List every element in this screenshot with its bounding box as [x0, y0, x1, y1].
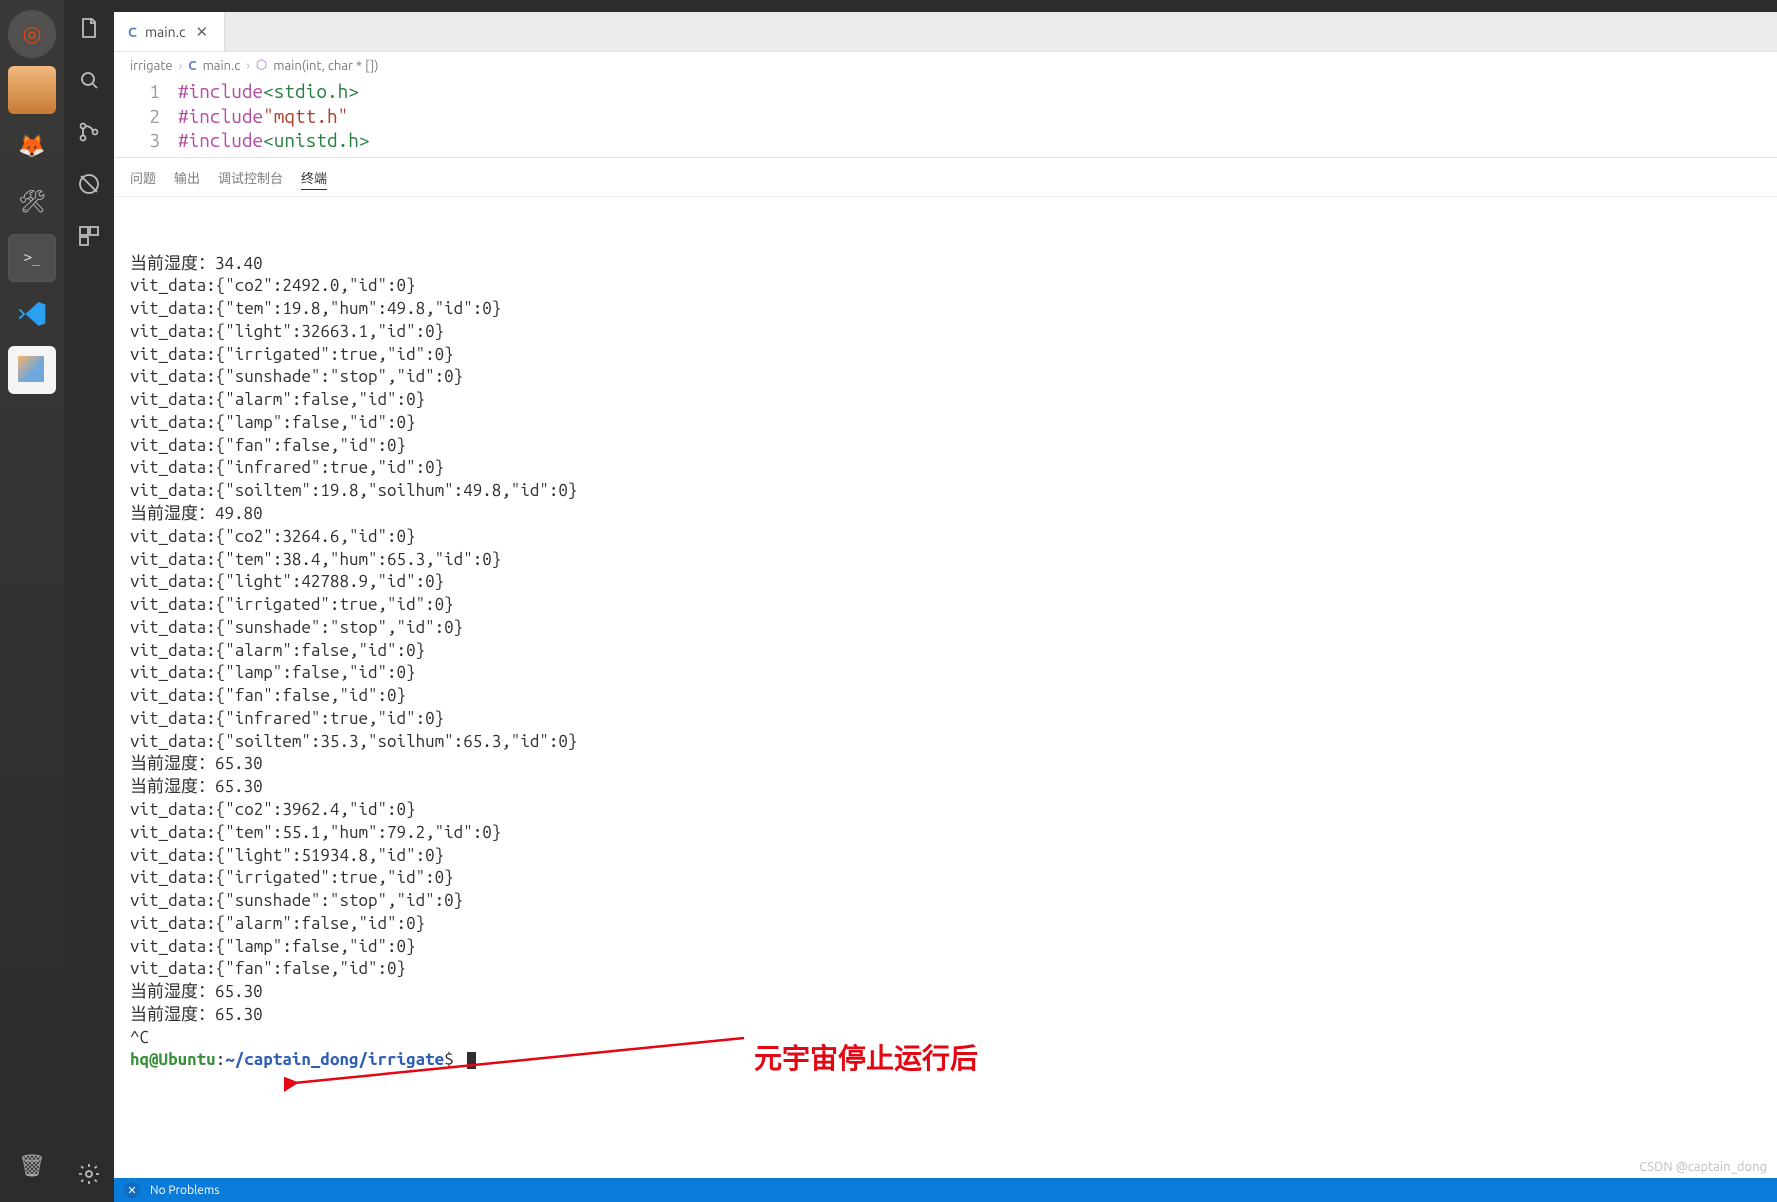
launcher-ubuntu-icon[interactable]: ◎ — [8, 10, 56, 58]
status-bar: ✕ No Problems — [114, 1178, 1777, 1202]
terminal-line: vit_data:{"sunshade":"stop","id":0} — [130, 890, 1761, 913]
terminal-line: vit_data:{"alarm":false,"id":0} — [130, 389, 1761, 412]
terminal-line: 当前湿度：34.40 — [130, 253, 1761, 276]
breadcrumb-symbol[interactable]: main(int, char * []) — [273, 59, 378, 73]
code-line: 3#include<unistd.h> — [130, 128, 1761, 153]
terminal-line: vit_data:{"fan":false,"id":0} — [130, 685, 1761, 708]
terminal-line: vit_data:{"tem":55.1,"hum":79.2,"id":0} — [130, 822, 1761, 845]
code-editor[interactable]: 1#include<stdio.h>2#include"mqtt.h"3#inc… — [114, 77, 1777, 157]
window-titlebar — [114, 0, 1777, 12]
tab-main-c[interactable]: C main.c ✕ — [114, 12, 225, 51]
terminal-line: 当前湿度：49.80 — [130, 503, 1761, 526]
terminal-prompt[interactable]: hq@Ubuntu:~/captain_dong/irrigate$ — [130, 1049, 1761, 1072]
terminal-line: vit_data:{"light":32663.1,"id":0} — [130, 321, 1761, 344]
language-c-icon: C — [128, 24, 137, 40]
close-icon[interactable]: ✕ — [194, 23, 211, 41]
launcher-firefox-icon[interactable]: 🦊 — [8, 122, 56, 170]
gear-icon[interactable] — [75, 1160, 103, 1188]
status-error-icon[interactable]: ✕ — [124, 1182, 140, 1198]
tab-debug-console[interactable]: 调试控制台 — [218, 166, 283, 190]
terminal-line: vit_data:{"fan":false,"id":0} — [130, 958, 1761, 981]
terminal-line: 当前湿度：65.30 — [130, 1004, 1761, 1027]
launcher-settings-icon[interactable]: 🛠 — [8, 178, 56, 226]
panel-tabs: 问题 输出 调试控制台 终端 — [114, 158, 1777, 197]
launcher-terminal-icon[interactable]: >_ — [8, 234, 56, 282]
activity-bar — [64, 0, 114, 1202]
terminal-line: vit_data:{"infrared":true,"id":0} — [130, 708, 1761, 731]
breadcrumb-file[interactable]: main.c — [203, 59, 241, 73]
terminal-line: vit_data:{"tem":38.4,"hum":65.3,"id":0} — [130, 549, 1761, 572]
terminal-line: vit_data:{"lamp":false,"id":0} — [130, 662, 1761, 685]
launcher-trash-icon[interactable]: 🗑 — [8, 1142, 56, 1190]
tab-output[interactable]: 输出 — [174, 166, 200, 190]
code-line: 2#include"mqtt.h" — [130, 104, 1761, 129]
language-c-icon: C — [188, 59, 196, 73]
ubuntu-launcher: ◎ 🦊 🛠 >_ 🗑 — [0, 0, 64, 1202]
terminal-line: vit_data:{"light":42788.9,"id":0} — [130, 571, 1761, 594]
source-control-icon[interactable] — [75, 118, 103, 146]
terminal-line: vit_data:{"lamp":false,"id":0} — [130, 936, 1761, 959]
terminal-line: vit_data:{"co2":3962.4,"id":0} — [130, 799, 1761, 822]
terminal-line: vit_data:{"infrared":true,"id":0} — [130, 457, 1761, 480]
terminal-line: vit_data:{"co2":2492.0,"id":0} — [130, 275, 1761, 298]
terminal-line: vit_data:{"lamp":false,"id":0} — [130, 412, 1761, 435]
status-no-problems[interactable]: No Problems — [150, 1184, 219, 1197]
bottom-panel: 问题 输出 调试控制台 终端 当前湿度：34.40vit_data:{"co2"… — [114, 157, 1777, 1178]
line-number: 2 — [130, 104, 178, 129]
terminal-line: vit_data:{"irrigated":true,"id":0} — [130, 867, 1761, 890]
breadcrumb-folder[interactable]: irrigate — [130, 59, 173, 73]
editor-tabs: C main.c ✕ — [114, 12, 1777, 52]
watermark: CSDN @captain_dong — [1639, 1160, 1767, 1174]
run-debug-icon[interactable] — [75, 170, 103, 198]
terminal-line: vit_data:{"sunshade":"stop","id":0} — [130, 366, 1761, 389]
tab-problems[interactable]: 问题 — [130, 166, 156, 190]
launcher-vscode-icon[interactable] — [8, 290, 56, 338]
terminal-line: vit_data:{"sunshade":"stop","id":0} — [130, 617, 1761, 640]
editor-area: C main.c ✕ irrigate › C main.c › ⬡ main(… — [114, 0, 1777, 1202]
terminal-line: vit_data:{"alarm":false,"id":0} — [130, 640, 1761, 663]
search-icon[interactable] — [75, 66, 103, 94]
terminal-line: vit_data:{"tem":19.8,"hum":49.8,"id":0} — [130, 298, 1761, 321]
launcher-gedit-icon[interactable] — [8, 346, 56, 394]
symbol-function-icon: ⬡ — [256, 58, 267, 73]
code-line: 1#include<stdio.h> — [130, 79, 1761, 104]
tab-filename: main.c — [145, 24, 186, 40]
breadcrumb[interactable]: irrigate › C main.c › ⬡ main(int, char *… — [114, 52, 1777, 77]
terminal-line: vit_data:{"irrigated":true,"id":0} — [130, 594, 1761, 617]
tab-terminal[interactable]: 终端 — [301, 166, 327, 190]
line-number: 1 — [130, 79, 178, 104]
terminal-line: 当前湿度：65.30 — [130, 776, 1761, 799]
chevron-right-icon: › — [246, 59, 250, 73]
line-number: 3 — [130, 128, 178, 153]
terminal-line: 当前湿度：65.30 — [130, 981, 1761, 1004]
terminal-line: vit_data:{"soiltem":35.3,"soilhum":65.3,… — [130, 731, 1761, 754]
chevron-right-icon: › — [179, 59, 183, 73]
terminal[interactable]: 当前湿度：34.40vit_data:{"co2":2492.0,"id":0}… — [114, 197, 1777, 1178]
launcher-files-icon[interactable] — [8, 66, 56, 114]
terminal-line: vit_data:{"alarm":false,"id":0} — [130, 913, 1761, 936]
extensions-icon[interactable] — [75, 222, 103, 250]
terminal-line: vit_data:{"light":51934.8,"id":0} — [130, 845, 1761, 868]
explorer-icon[interactable] — [75, 14, 103, 42]
terminal-line: ^C — [130, 1027, 1761, 1050]
terminal-line: vit_data:{"soiltem":19.8,"soilhum":49.8,… — [130, 480, 1761, 503]
terminal-line: vit_data:{"fan":false,"id":0} — [130, 435, 1761, 458]
terminal-line: vit_data:{"co2":3264.6,"id":0} — [130, 526, 1761, 549]
terminal-line: vit_data:{"irrigated":true,"id":0} — [130, 344, 1761, 367]
terminal-line: 当前湿度：65.30 — [130, 753, 1761, 776]
